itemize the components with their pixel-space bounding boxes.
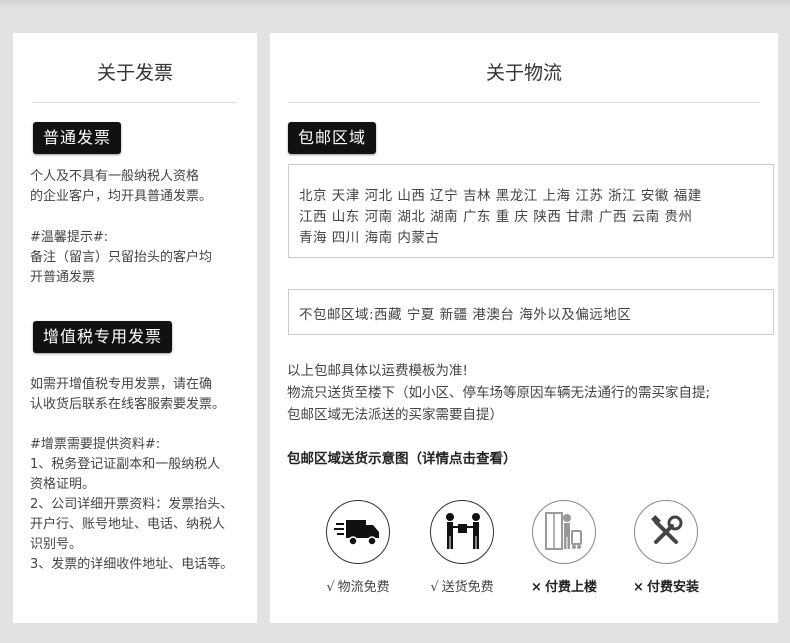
materials-line: 识别号。 [30,537,83,552]
check-mark: √ [326,580,335,595]
delivery-diagram-link[interactable]: 包邮区域送货示意图（详情点击查看） [287,447,517,467]
service-label-text: 付费安装 [646,580,699,595]
service-label: × 付费安装 [616,576,716,595]
service-paid-installation: × 付费安装 [616,500,716,595]
service-label: √ 送货免费 [412,576,512,595]
cross-mark: × [531,580,542,595]
tip-heading: #温馨提示#: [30,230,109,245]
delivery-handover-icon [430,500,494,564]
truck-icon [326,500,390,564]
free-shipping-badge: 包邮区域 [288,122,377,154]
invoice-panel-title: 关于发票 [96,62,173,84]
ordinary-invoice-badge: 普通发票 [33,122,122,154]
ordinary-invoice-text-line: 的企业客户，均开具普通发票。 [30,189,213,204]
title-divider [33,102,237,103]
province-line: 青海 四川 海南 内蒙古 [299,230,440,246]
title-divider [288,102,760,103]
service-label-text: 付费上楼 [544,580,597,595]
province-line: 北京 天津 河北 山西 辽宁 吉林 黑龙江 上海 江苏 浙江 安徽 福建 [299,188,702,204]
materials-line: 1、税务登记证副本和一般纳税人 [30,457,221,472]
shipping-note-line: 以上包邮具体以运费模板为准! [287,363,468,379]
shipping-note-line: 包邮区域无法派送的买家需要自提） [287,407,503,423]
elevator-porter-icon [532,500,596,564]
vat-invoice-badge: 增值税专用发票 [33,321,173,353]
top-shadow [0,0,790,8]
service-paid-upstairs: × 付费上楼 [514,500,614,595]
materials-line: 资格证明。 [30,477,96,492]
service-free-logistics: √ 物流免费 [308,500,408,595]
excluded-region-box: 不包邮区域:西藏 宁夏 新疆 港澳台 海外以及偏远地区 [288,289,774,335]
materials-line: 3、发票的详细收件地址、电话等。 [30,557,234,572]
service-label-text: 送货免费 [441,580,494,595]
invoice-panel: 关于发票 普通发票 个人及不具有一般纳税人资格 的企业客户，均开具普通发票。 #… [13,33,257,623]
service-label: √ 物流免费 [308,576,408,595]
logistics-panel-title: 关于物流 [485,62,562,84]
province-line: 江西 山东 河南 湖北 湖南 广东 重 庆 陕西 甘肃 广西 云南 贵州 [299,209,693,225]
tip-text-line: 备注（留言）只留抬头的客户均 [30,250,213,265]
cross-mark: × [633,580,644,595]
service-free-delivery: √ 送货免费 [412,500,512,595]
wrench-screwdriver-icon [634,500,698,564]
materials-line: 2、公司详细开票资料：发票抬头、 [30,497,234,512]
excluded-region-text: 不包邮区域:西藏 宁夏 新疆 港澳台 海外以及偏远地区 [299,307,632,323]
logistics-panel: 关于物流 包邮区域 北京 天津 河北 山西 辽宁 吉林 黑龙江 上海 江苏 浙江… [270,33,778,623]
free-shipping-region-box: 北京 天津 河北 山西 辽宁 吉林 黑龙江 上海 江苏 浙江 安徽 福建 江西 … [288,164,774,258]
service-label-text: 物流免费 [337,580,390,595]
shipping-note-line: 物流只送货至楼下（如小区、停车场等原因车辆无法通行的需买家自提; [287,385,711,401]
materials-heading: #增票需要提供资料#: [30,437,161,452]
vat-invoice-text-line: 认收货后联系在线客服索要发票。 [30,397,226,412]
materials-line: 开户行、账号地址、电话、纳税人 [30,517,226,532]
vat-invoice-text-line: 如需开增值税专用发票，请在确 [30,377,213,392]
service-label: × 付费上楼 [514,576,614,595]
ordinary-invoice-text-line: 个人及不具有一般纳税人资格 [30,169,200,184]
tip-text-line: 开普通发票 [30,270,96,285]
check-mark: √ [430,580,439,595]
